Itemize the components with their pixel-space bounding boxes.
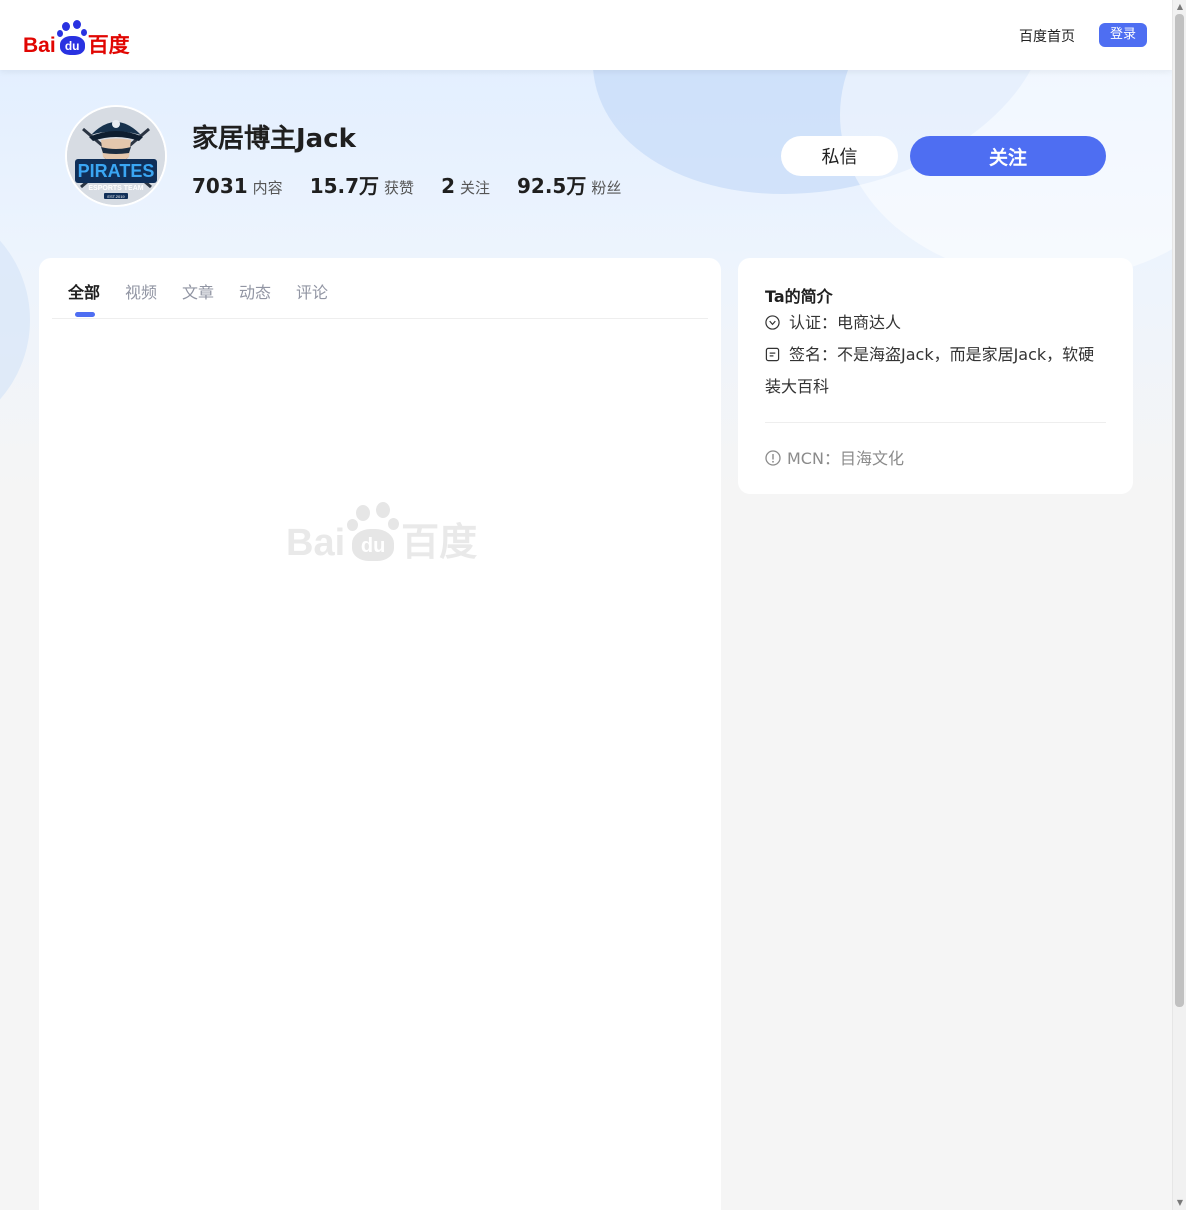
stat-likes[interactable]: 15.7万 获赞 — [310, 170, 414, 199]
active-tab-indicator — [75, 312, 95, 317]
stat-value: 2 — [441, 174, 455, 198]
intro-card: Ta的简介 认证：电商达人 签名：不是海盗Jack，而是家居Jack，软硬装大百… — [738, 258, 1133, 494]
follow-button[interactable]: 关注 — [910, 136, 1106, 176]
svg-text:EST.2019: EST.2019 — [107, 194, 125, 199]
content-tabs: 全部 视频 文章 动态 评论 — [52, 258, 708, 319]
profile-stats: 7031 内容 15.7万 获赞 2 关注 92.5万 粉丝 — [192, 170, 648, 199]
login-button[interactable]: 登录 — [1099, 23, 1147, 47]
watermark-paw-text: du — [352, 529, 395, 561]
tab-article[interactable]: 文章 — [182, 279, 214, 303]
scroll-up-arrow-icon[interactable]: ▲ — [1173, 0, 1186, 14]
logo-text-left: Bai — [23, 34, 56, 57]
stat-value: 15.7万 — [309, 174, 380, 198]
note-icon — [765, 347, 780, 362]
viewport: Bai du 百度 百度首页 登录 PIRATES ESPORTS TEAM E… — [0, 0, 1172, 1210]
watermark-text-left: Bai — [286, 522, 346, 564]
mcn-row: MCN：目海文化 — [765, 443, 904, 475]
svg-text:PIRATES: PIRATES — [78, 161, 155, 181]
certification-row: 认证：电商达人 — [765, 307, 1110, 339]
paw-icon: du — [56, 20, 87, 56]
svg-text:ESPORTS TEAM: ESPORTS TEAM — [88, 185, 143, 192]
message-button[interactable]: 私信 — [781, 136, 898, 176]
stat-label: 粉丝 — [591, 179, 622, 197]
content-card: 全部 视频 文章 动态 评论 Bai du 百度 — [39, 258, 721, 1210]
watermark-text-right: 百度 — [401, 522, 478, 564]
top-header: Bai du 百度 百度首页 登录 — [0, 0, 1172, 70]
baidu-logo[interactable]: Bai du 百度 — [23, 16, 130, 56]
check-circle-icon — [765, 315, 780, 330]
stat-following[interactable]: 2 关注 — [441, 174, 490, 198]
certification-text: 认证：电商达人 — [789, 313, 902, 332]
signature-row: 签名：不是海盗Jack，而是家居Jack，软硬装大百科 — [765, 339, 1110, 403]
watermark-paw-icon: du — [347, 502, 400, 562]
stat-label: 获赞 — [384, 179, 415, 197]
stat-content[interactable]: 7031 内容 — [192, 174, 283, 198]
tab-dynamic[interactable]: 动态 — [239, 279, 271, 303]
baidu-watermark: Bai du 百度 — [286, 502, 477, 562]
tab-all[interactable]: 全部 — [68, 279, 100, 303]
intro-divider — [765, 422, 1106, 423]
avatar[interactable]: PIRATES ESPORTS TEAM EST.2019 — [65, 105, 167, 207]
tab-video[interactable]: 视频 — [125, 279, 157, 303]
scroll-down-arrow-icon[interactable]: ▼ — [1173, 1196, 1186, 1210]
logo-text-right: 百度 — [87, 34, 130, 57]
page: Bai du 百度 百度首页 登录 PIRATES ESPORTS TEAM E… — [0, 0, 1186, 1210]
profile-name: 家居博主Jack — [192, 124, 356, 154]
baidu-home-link[interactable]: 百度首页 — [1019, 26, 1075, 46]
vertical-scrollbar[interactable]: ▲ ▼ — [1172, 0, 1186, 1210]
stat-followers[interactable]: 92.5万 粉丝 — [517, 170, 621, 199]
tab-comment[interactable]: 评论 — [296, 279, 328, 303]
stat-label: 关注 — [459, 179, 490, 197]
signature-text: 签名：不是海盗Jack，而是家居Jack，软硬装大百科 — [765, 345, 1095, 396]
scroll-thumb[interactable] — [1175, 14, 1184, 1007]
logo-paw-text: du — [59, 36, 85, 55]
pirate-logo-icon: PIRATES ESPORTS TEAM EST.2019 — [67, 107, 165, 205]
exclamation-circle-icon — [765, 450, 781, 466]
mcn-text: MCN：目海文化 — [787, 449, 904, 468]
stat-label: 内容 — [252, 179, 283, 197]
stat-value: 7031 — [192, 174, 248, 198]
intro-title: Ta的简介 — [765, 287, 833, 306]
stat-value: 92.5万 — [517, 174, 587, 198]
